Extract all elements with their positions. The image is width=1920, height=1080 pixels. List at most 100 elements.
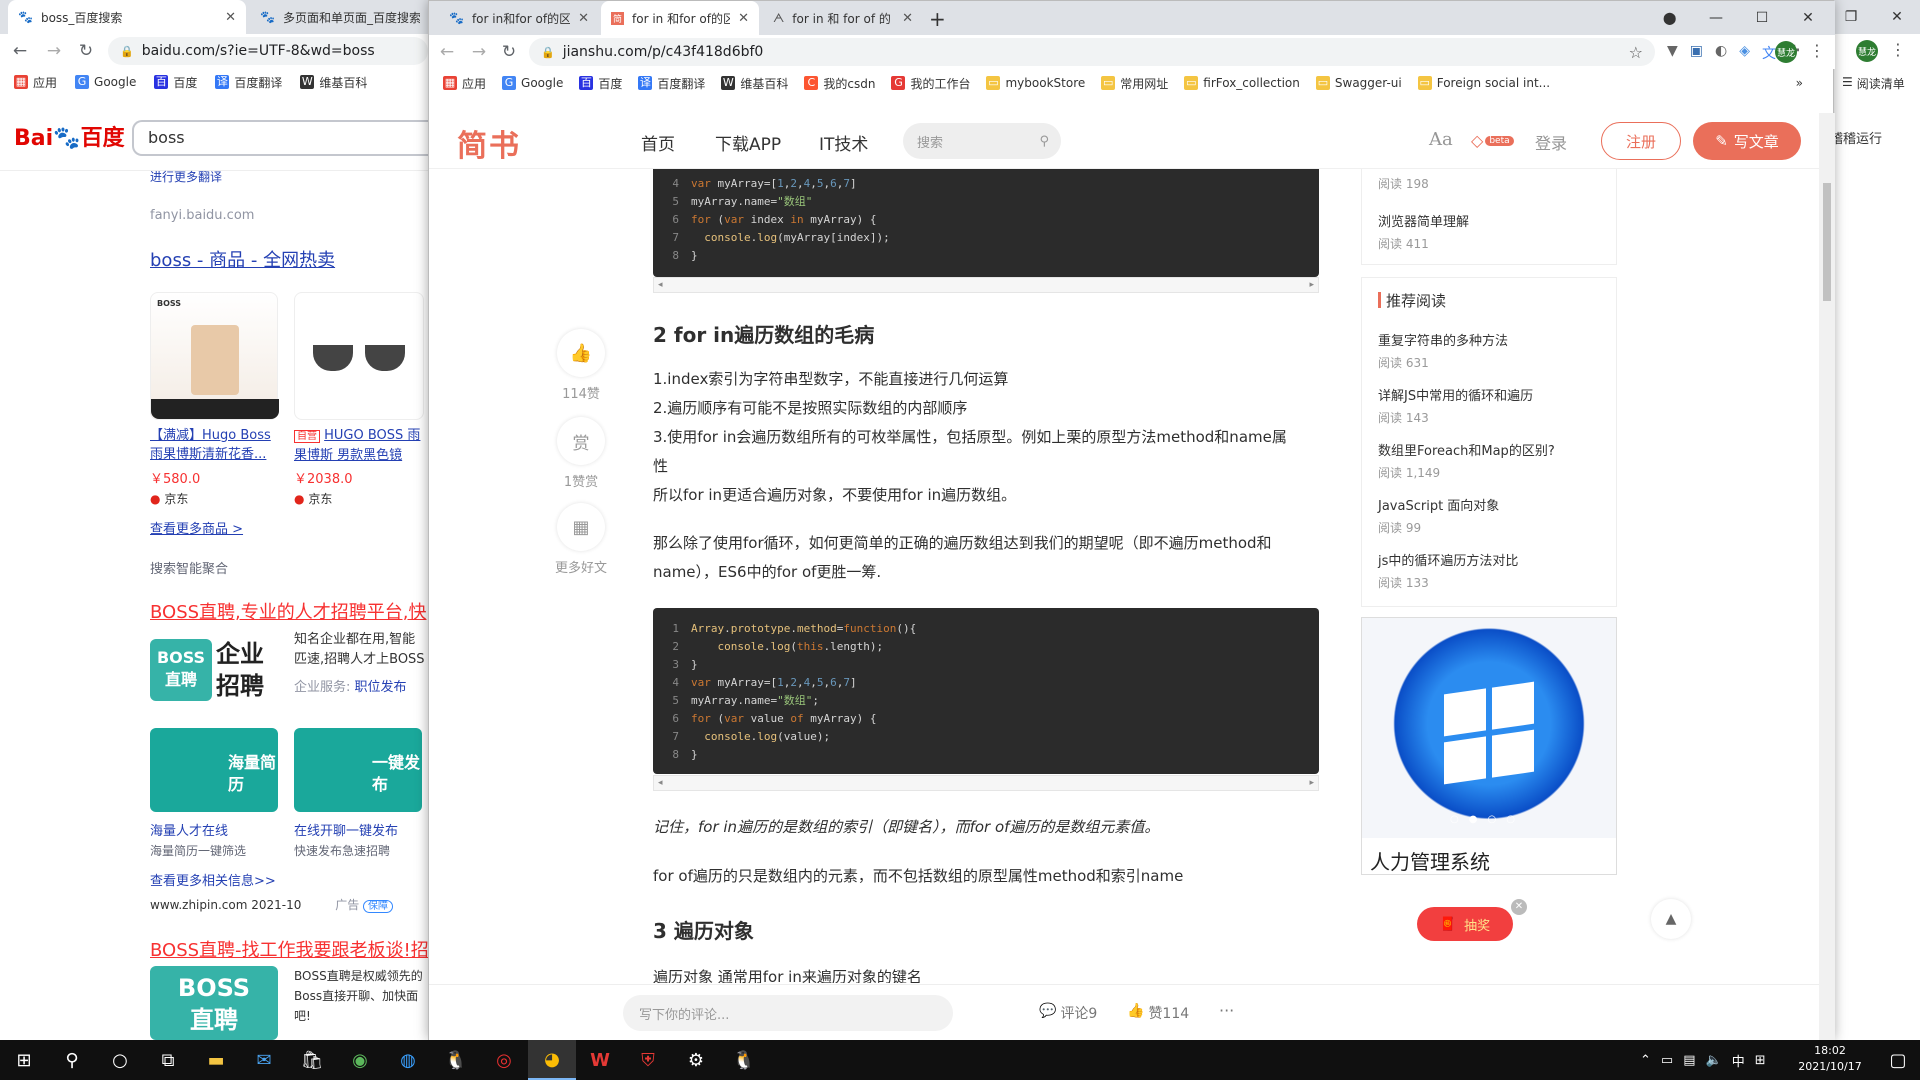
comment-input[interactable]: 写下你的评论... (623, 995, 953, 1031)
product-2-name[interactable]: 自营 HUGO BOSS 雨果博斯 男款黑色镜 (294, 426, 428, 465)
reading-list[interactable]: ☰ 阅读清单 (1842, 75, 1905, 92)
boss-logo[interactable]: BOSS 直聘 企业 招聘 (150, 630, 278, 710)
baidu-search-input[interactable]: boss (132, 120, 432, 156)
close-window-icon[interactable]: ✕ (1785, 1, 1831, 35)
jianshu-logo[interactable]: 简书 (457, 121, 521, 165)
more-translate-link[interactable]: 进行更多翻译 (150, 168, 222, 185)
forward-icon[interactable]: → (465, 38, 493, 66)
recommended-article-link[interactable]: 重复字符串的多种方法 (1378, 330, 1508, 349)
comment-button[interactable]: 💬 评论9 (1039, 1003, 1097, 1023)
jianshu-search-input[interactable]: 搜索 ⚲ (903, 123, 1061, 159)
cortana-icon[interactable]: ○ (96, 1040, 144, 1080)
product-2-store[interactable]: ● 京东 (294, 490, 332, 507)
code1-scrollbar[interactable]: ◂ ▸ (653, 277, 1319, 293)
register-button[interactable]: 注册 (1601, 122, 1681, 160)
netease-music-icon[interactable]: ◎ (480, 1040, 528, 1080)
tab-search-icon[interactable]: ⬤ (1663, 11, 1676, 25)
bookmark-folder-firefox[interactable]: ▭ firFox_collection (1184, 76, 1300, 90)
product-image-glasses[interactable] (294, 292, 424, 420)
close-window-icon[interactable]: ✕ (1874, 0, 1920, 34)
product-1-name[interactable]: 【满减】Hugo Boss 雨果博斯清新花香... (150, 426, 280, 464)
bookmark-folder-foreign[interactable]: ▭ Foreign social int... (1417, 76, 1550, 90)
bookmarks-overflow-icon[interactable]: » (1796, 76, 1803, 90)
reload-icon[interactable]: ↻ (495, 38, 523, 66)
bookmark-folder-common[interactable]: ▭ 常用网址 (1101, 75, 1168, 92)
volume-icon[interactable]: 🔈 (1706, 1053, 1722, 1068)
bookmark-csdn[interactable]: C 我的csdn (804, 75, 875, 92)
bookmark-apps[interactable]: ▦ 应用 (14, 74, 57, 91)
minimize-icon[interactable]: — (1693, 1, 1739, 35)
fg-tab-1[interactable]: 🐾 for in和for of的区 ✕ (439, 1, 599, 35)
bookmark-folder-swagger[interactable]: ▭ Swagger-ui (1315, 76, 1402, 90)
mail-icon[interactable]: ✉ (240, 1040, 288, 1080)
bookmark-wiki[interactable]: W 维基百科 (721, 75, 788, 92)
card-publish[interactable]: 一键发布 (294, 728, 422, 812)
bookmark-fanyi[interactable]: 译百度翻译 (638, 75, 705, 92)
close-icon[interactable]: ✕ (225, 10, 236, 25)
wechat-icon[interactable]: ◉ (336, 1040, 384, 1080)
new-tab-icon[interactable]: + (929, 7, 946, 31)
card2-link[interactable]: 在线开聊一键发布 (294, 820, 398, 839)
extension-icon[interactable]: ◐ (1715, 43, 1727, 63)
profile-avatar[interactable]: 慧龙 (1775, 41, 1797, 63)
font-size-icon[interactable]: Aa (1429, 129, 1453, 150)
back-icon[interactable]: ← (433, 38, 461, 66)
bg-tab-boss[interactable]: 🐾 boss_百度搜索 ✕ (8, 0, 246, 34)
edge-icon[interactable]: ◍ (384, 1040, 432, 1080)
menu-icon[interactable]: ⋮ (1809, 41, 1825, 60)
translate-icon[interactable]: 文 (1762, 43, 1776, 63)
bookmark-baidu[interactable]: 百百度 (579, 75, 622, 92)
windows-start-icon[interactable]: ⊞ (0, 1040, 48, 1080)
card-resume[interactable]: 海量简历 (150, 728, 278, 812)
login-link[interactable]: 登录 (1535, 130, 1567, 154)
qq-icon-2[interactable]: 🐧 (720, 1040, 768, 1080)
maximize-icon[interactable]: ☐ (1739, 1, 1785, 35)
chrome-icon[interactable]: ◕ (528, 1040, 576, 1080)
page-scrollbar[interactable] (1819, 113, 1835, 1041)
recommended-article-link[interactable]: js中的循环遍历方法对比 (1378, 550, 1518, 569)
bookmark-google[interactable]: G Google (75, 75, 136, 89)
bookmark-fanyi[interactable]: 译百度翻译 (215, 74, 282, 91)
more-goods-link[interactable]: 查看更多商品 > (150, 518, 243, 537)
store-icon[interactable]: 🛍 (288, 1040, 336, 1080)
extension-icon[interactable]: ▼ (1667, 43, 1678, 63)
close-icon[interactable]: ✕ (1511, 899, 1527, 915)
bookmark-baidu[interactable]: 百百度 (154, 74, 197, 91)
scrollbar-thumb[interactable] (1823, 183, 1831, 301)
product-1-store[interactable]: ● 京东 (150, 490, 188, 507)
more-info-link[interactable]: 查看更多相关信息>> (150, 870, 276, 889)
fg-tab-2-active[interactable]: 简 for in 和for of的区 ✕ (601, 1, 759, 35)
wps-icon[interactable]: W (576, 1040, 624, 1080)
chevron-up-icon[interactable]: ⌃ (1640, 1053, 1651, 1068)
result2-title[interactable]: BOSS直聘-找工作我要跟老板谈!招 (150, 936, 429, 962)
product-image-perfume[interactable]: BOSS (150, 292, 279, 420)
bookmark-folder-bookstore[interactable]: ▭ mybookStore (986, 76, 1085, 90)
forward-icon[interactable]: → (40, 37, 68, 65)
more-options-icon[interactable]: ··· (1219, 1001, 1234, 1020)
extension-icon[interactable]: ◈ (1739, 43, 1750, 63)
back-icon[interactable]: ← (6, 37, 34, 65)
file-explorer-icon[interactable]: ▬ (192, 1040, 240, 1080)
result1-title[interactable]: BOSS直聘,专业的人才招聘平台,快 (150, 598, 427, 624)
card1-link[interactable]: 海量人才在线 (150, 820, 228, 839)
battery-icon[interactable]: ▭ (1661, 1053, 1673, 1068)
ad-banner[interactable]: ○ ● ○ ○ 人力管理系统 (1361, 617, 1617, 875)
reward-icon[interactable]: 赏 (557, 417, 605, 465)
close-icon[interactable]: ✕ (738, 11, 749, 26)
bookmark-apps[interactable]: ▦ 应用 (443, 75, 486, 92)
qq-icon[interactable]: 🐧 (432, 1040, 480, 1080)
recommended-article-link[interactable]: 详解JS中常用的循环和遍历 (1378, 385, 1533, 404)
search-icon[interactable]: ⚲ (1039, 134, 1049, 149)
security-icon[interactable]: ⛨ (624, 1040, 672, 1080)
close-icon[interactable]: ✕ (902, 11, 913, 26)
write-article-button[interactable]: ✎ 写文章 (1693, 122, 1801, 160)
like-button[interactable]: 👍 赞114 (1127, 1003, 1189, 1023)
settings-icon[interactable]: ⚙ (672, 1040, 720, 1080)
search-icon[interactable]: ⚲ (48, 1040, 96, 1080)
task-view-icon[interactable]: ⧉ (144, 1040, 192, 1080)
recommended-article-link[interactable]: 数组里Foreach和Map的区别? (1378, 440, 1555, 459)
bookmark-workbench[interactable]: G 我的工作台 (891, 75, 970, 92)
diamond-beta[interactable]: ◇ beta (1471, 131, 1514, 150)
nav-it-tech[interactable]: IT技术 (819, 130, 868, 155)
reload-icon[interactable]: ↻ (72, 37, 100, 65)
